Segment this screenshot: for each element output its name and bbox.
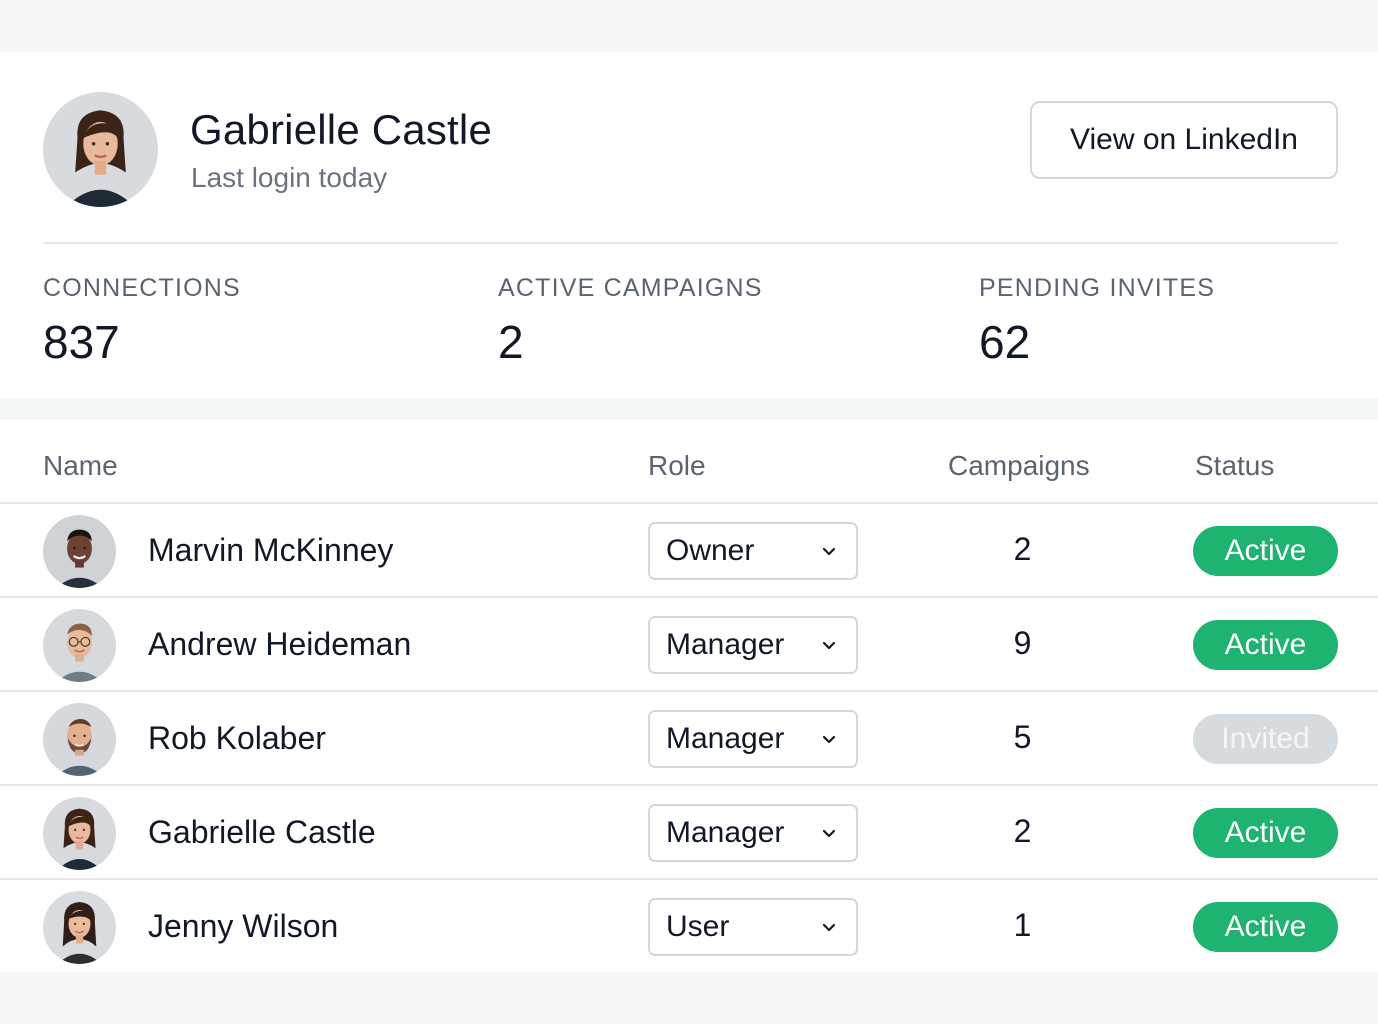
column-header-campaigns[interactable]: Campaigns: [948, 450, 1090, 482]
member-name: Jenny Wilson: [148, 908, 339, 944]
stat-label: CONNECTIONS: [43, 274, 241, 302]
stat-label: ACTIVE CAMPAIGNS: [498, 274, 763, 302]
table-row[interactable]: Andrew Heideman Manager 9 Active: [0, 598, 1378, 692]
status-badge: Active: [1193, 526, 1338, 576]
profile-name: Gabrielle Castle: [190, 106, 492, 153]
section-gap: [0, 398, 1378, 420]
team-member-page: Gabrielle Castle Last login today View o…: [0, 0, 1378, 1024]
role-select[interactable]: Manager: [648, 710, 858, 768]
member-avatar: [43, 515, 116, 588]
column-header-status[interactable]: Status: [1195, 450, 1274, 482]
stat-label: PENDING INVITES: [979, 274, 1216, 302]
role-value: User: [666, 910, 730, 943]
avatar-man-glasses-icon: [43, 609, 116, 682]
status-badge: Invited: [1193, 714, 1338, 764]
member-name: Gabrielle Castle: [148, 814, 376, 850]
status-badge: Active: [1193, 620, 1338, 670]
chevron-down-icon: [822, 547, 836, 556]
member-avatar: [43, 609, 116, 682]
profile-card: Gabrielle Castle Last login today View o…: [0, 52, 1378, 398]
top-background: [0, 0, 1378, 52]
table-row[interactable]: Jenny Wilson User 1 Active: [0, 880, 1378, 974]
avatar-woman-dark-hair-icon: [43, 797, 116, 870]
avatar-woman-long-hair-icon: [43, 891, 116, 964]
avatar-man-beard-icon: [43, 703, 116, 776]
table-row[interactable]: Gabrielle Castle Manager 2 Active: [0, 786, 1378, 880]
table-row[interactable]: Marvin McKinney Owner 2 Active: [0, 504, 1378, 598]
role-select[interactable]: Manager: [648, 804, 858, 862]
last-login-text: Last login today: [191, 162, 388, 193]
member-avatar: [43, 797, 116, 870]
stat-connections: CONNECTIONS 837: [43, 274, 241, 369]
member-name: Rob Kolaber: [148, 720, 326, 756]
avatar-woman-dark-hair-icon: [43, 92, 158, 207]
stat-value: 62: [979, 316, 1031, 368]
member-avatar: [43, 891, 116, 964]
profile-divider: [43, 242, 1338, 244]
column-header-role[interactable]: Role: [648, 450, 706, 482]
table-row[interactable]: Rob Kolaber Manager 5 Invited: [0, 692, 1378, 786]
column-header-name[interactable]: Name: [43, 450, 118, 482]
members-table: Name Role Campaigns Status Marvin McKinn…: [0, 420, 1378, 972]
avatar-man-dark-skin-icon: [43, 515, 116, 588]
status-badge: Active: [1193, 902, 1338, 952]
stat-value: 837: [43, 316, 120, 368]
chevron-down-icon: [822, 829, 836, 838]
campaign-count: 1: [1013, 907, 1032, 943]
role-select[interactable]: Owner: [648, 522, 858, 580]
stat-value: 2: [498, 316, 524, 368]
member-name: Marvin McKinney: [148, 532, 394, 568]
bottom-background: [0, 972, 1378, 1024]
chevron-down-icon: [822, 735, 836, 744]
role-value: Manager: [666, 628, 785, 661]
member-name: Andrew Heideman: [148, 626, 412, 662]
role-value: Owner: [666, 534, 755, 567]
campaign-count: 5: [1013, 719, 1032, 755]
role-select[interactable]: Manager: [648, 616, 858, 674]
stat-pending-invites: PENDING INVITES 62: [979, 274, 1215, 369]
role-select[interactable]: User: [648, 898, 858, 956]
view-on-linkedin-button[interactable]: View on LinkedIn: [1030, 101, 1338, 179]
role-value: Manager: [666, 816, 785, 849]
member-avatar: [43, 703, 116, 776]
campaign-count: 2: [1013, 531, 1032, 567]
profile-avatar: [43, 92, 158, 207]
chevron-down-icon: [822, 923, 836, 932]
campaign-count: 2: [1013, 813, 1032, 849]
role-value: Manager: [666, 722, 785, 755]
status-badge: Active: [1193, 808, 1338, 858]
stat-active-campaigns: ACTIVE CAMPAIGNS 2: [498, 274, 763, 369]
campaign-count: 9: [1013, 625, 1032, 661]
chevron-down-icon: [822, 641, 836, 650]
